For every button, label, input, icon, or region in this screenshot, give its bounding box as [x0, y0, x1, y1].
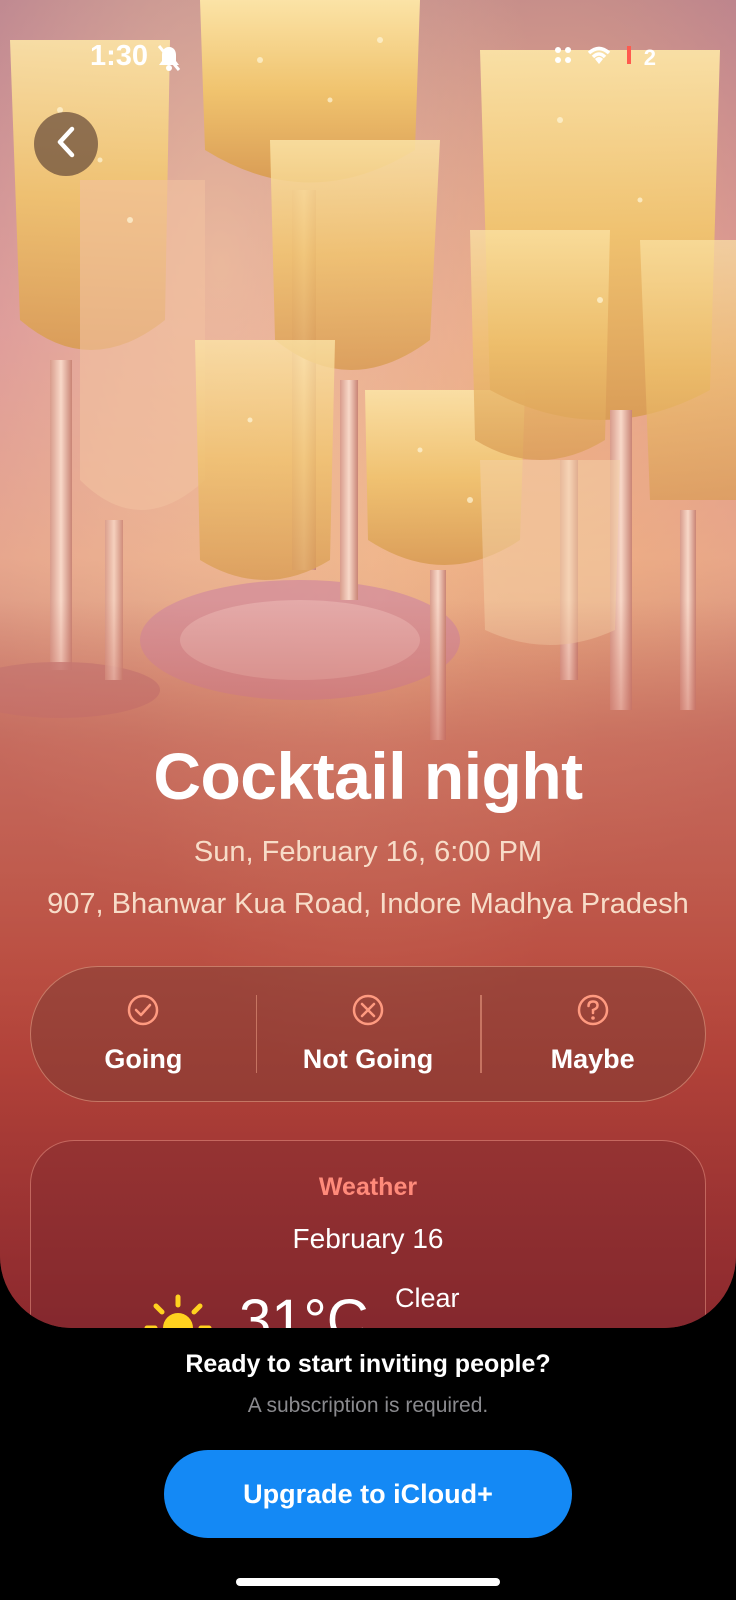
- weather-temperature: 31°C: [239, 1288, 369, 1328]
- chevron-left-icon: [54, 125, 78, 164]
- back-button[interactable]: [34, 112, 98, 176]
- rsvp-going-label: Going: [104, 1044, 183, 1074]
- weather-date: February 16: [292, 1223, 444, 1254]
- event-datetime: Sun, February 16, 6:00 PM: [193, 836, 543, 868]
- sun-icon: [143, 1293, 213, 1328]
- event-address[interactable]: 907, Bhanwar Kua Road, Indore Madhya Pra…: [0, 888, 736, 921]
- status-right: 2: [554, 44, 656, 71]
- event-title: Cocktail night: [153, 739, 583, 813]
- weather-condition: Clear: [395, 1283, 460, 1313]
- status-time: 1:30: [90, 40, 149, 72]
- question-circle-icon: [576, 993, 610, 1032]
- rsvp-maybe-button[interactable]: Maybe: [480, 967, 705, 1101]
- status-badge: 2: [643, 44, 656, 70]
- signal-icon: [626, 44, 632, 71]
- rsvp-going-button[interactable]: Going: [31, 967, 256, 1101]
- upgrade-button[interactable]: Upgrade to iCloud+: [164, 1450, 572, 1538]
- rsvp-maybe-label: Maybe: [550, 1044, 635, 1074]
- xmark-circle-icon: [351, 993, 385, 1032]
- invite-subtitle: A subscription is required.: [247, 1394, 489, 1417]
- rsvp-selector: Going Not Going Maybe: [30, 966, 706, 1102]
- weather-heading: Weather: [318, 1173, 418, 1201]
- bell-slash-icon: [156, 44, 182, 77]
- rsvp-not-going-label: Not Going: [302, 1044, 434, 1074]
- grid-dots-icon: [554, 46, 572, 69]
- wifi-icon: [584, 44, 614, 71]
- status-bar: 1:30 2: [0, 40, 736, 80]
- home-indicator[interactable]: [236, 1578, 500, 1586]
- checkmark-circle-icon: [126, 993, 160, 1032]
- rsvp-not-going-button[interactable]: Not Going: [255, 967, 481, 1101]
- event-card: 1:30 2 Cocktail night Sun, February 16, …: [0, 0, 736, 1328]
- weather-panel[interactable]: Weather February 16 31°C Clear: [30, 1140, 706, 1328]
- invite-title: Ready to start inviting people?: [185, 1350, 551, 1378]
